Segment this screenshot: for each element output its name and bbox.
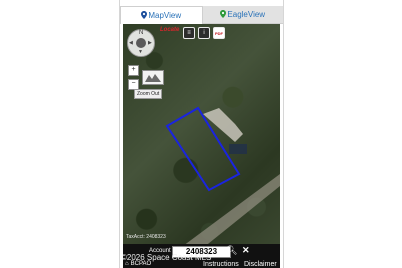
home-link[interactable]: ⌂ BCPAO xyxy=(125,261,151,267)
search-icon[interactable]: 🔍︎ xyxy=(226,245,237,256)
disclaimer-link[interactable]: Disclaimer xyxy=(244,261,277,268)
layers-button[interactable]: ≡ xyxy=(183,27,195,39)
home-label: BCPAO xyxy=(130,261,152,267)
pan-right-icon[interactable]: ▶ xyxy=(148,40,152,46)
aerial-map[interactable]: N ◀ ▶ ▼ Locate ≡ i PDF + − Zoom Out TaxA… xyxy=(123,24,280,268)
pan-down-icon[interactable]: ▼ xyxy=(138,49,143,55)
map-toolbar: ≡ i PDF xyxy=(183,27,225,39)
layers-icon: ≡ xyxy=(187,30,191,36)
phone-frame: MapView EagleView N ◀ ▶ ▼ Locate ≡ i PDF… xyxy=(119,0,284,268)
tab-mapview[interactable]: MapView xyxy=(120,6,203,24)
pdf-button[interactable]: PDF xyxy=(213,27,225,39)
tab-mapview-label: MapView xyxy=(148,11,182,20)
zoom-out-extent-button[interactable]: Zoom Out xyxy=(134,89,163,99)
close-icon[interactable]: ✕ xyxy=(242,245,250,256)
compass-control[interactable]: N ◀ ▶ ▼ xyxy=(127,29,155,57)
instructions-link[interactable]: Instructions xyxy=(203,261,239,268)
zoom-controls: + − xyxy=(128,65,139,90)
tab-eagleview[interactable]: EagleView xyxy=(202,6,283,24)
info-button[interactable]: i xyxy=(198,27,210,39)
compass-center-icon[interactable] xyxy=(136,38,146,48)
tab-eagleview-label: EagleView xyxy=(227,10,266,19)
map-overlay xyxy=(165,106,280,256)
tax-account-label: TaxAcct: 2408323 xyxy=(126,234,166,240)
map-pin-icon xyxy=(220,9,227,20)
locate-logo: Locate xyxy=(160,27,180,33)
zoom-in-button[interactable]: + xyxy=(128,65,139,76)
bottom-bar: Account 2408323 🔍︎ ✕ ©2026 Space Coast M… xyxy=(123,244,280,268)
view-tabs: MapView EagleView xyxy=(120,6,283,24)
basemap-toggle-icon[interactable] xyxy=(142,70,164,85)
home-icon: ⌂ xyxy=(125,261,129,267)
pan-left-icon[interactable]: ◀ xyxy=(129,40,133,46)
info-icon: i xyxy=(203,30,205,36)
pdf-icon: PDF xyxy=(215,30,223,36)
map-pin-icon xyxy=(141,10,148,21)
compass-north-label: N xyxy=(139,30,144,36)
pond xyxy=(229,144,247,154)
